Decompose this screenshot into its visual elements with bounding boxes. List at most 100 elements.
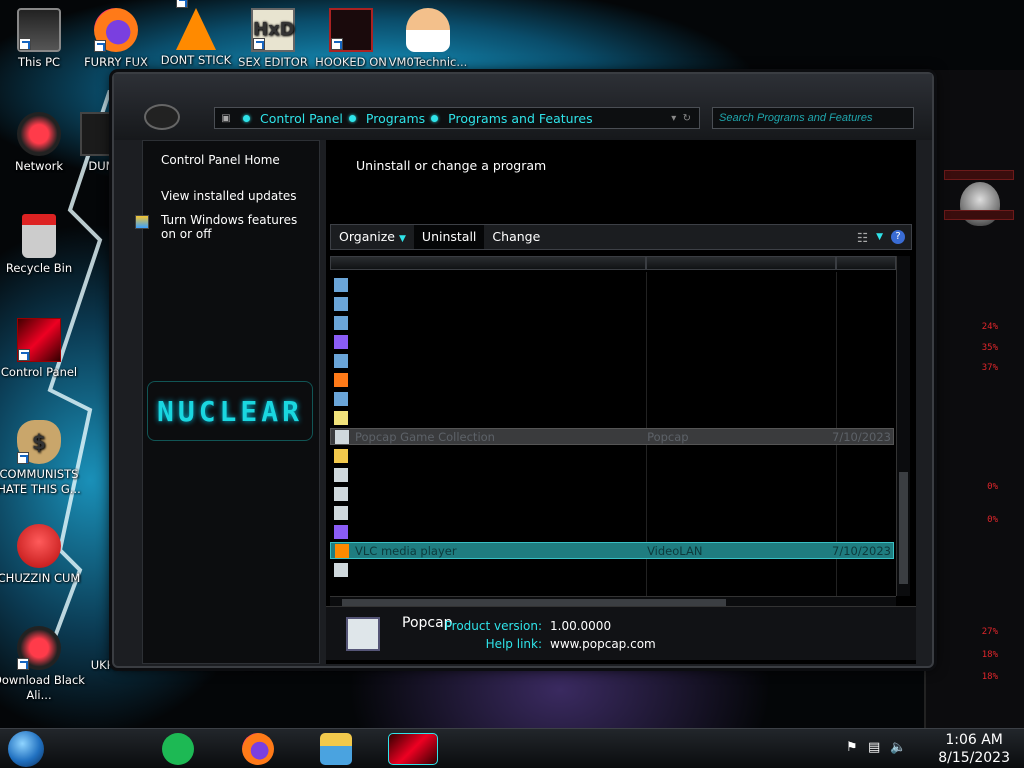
refresh-icon[interactable]: ▾ ↻ bbox=[671, 113, 699, 124]
installer-icon bbox=[334, 315, 348, 330]
firefox-icon bbox=[94, 8, 138, 52]
program-icon bbox=[334, 486, 348, 501]
location-icon: ▣ bbox=[221, 112, 231, 124]
control-panel-icon[interactable] bbox=[388, 733, 438, 765]
command-bar: Organize ▼ Uninstall Change ☷ ▼ ? bbox=[330, 224, 912, 250]
breadcrumb-programs-and-features[interactable]: Programs and Features bbox=[425, 111, 593, 126]
gauge-percent: 18% bbox=[981, 672, 998, 682]
column-header-publisher[interactable] bbox=[646, 256, 836, 270]
version-label: Product version: bbox=[444, 619, 542, 633]
installer-icon bbox=[334, 296, 348, 311]
table-row[interactable] bbox=[330, 485, 894, 502]
chevron-down-icon[interactable]: ▼ bbox=[876, 232, 883, 242]
gauge-bar bbox=[944, 170, 1014, 180]
firefox-icon bbox=[334, 372, 348, 387]
uninstall-button[interactable]: Uninstall bbox=[413, 225, 485, 249]
control-panel-icon bbox=[17, 318, 61, 362]
notepad-icon bbox=[334, 410, 348, 425]
date: 8/15/2023 bbox=[938, 750, 1010, 766]
version-value: 1.00.0000 bbox=[550, 619, 612, 633]
desktop-icon[interactable]: Control Panel bbox=[0, 318, 87, 380]
chuzzle-icon bbox=[17, 524, 61, 568]
sidebar: Control Panel Home View installed update… bbox=[135, 140, 320, 664]
program-icon bbox=[346, 617, 380, 651]
cell-publisher: Popcap bbox=[647, 429, 689, 444]
table-row[interactable] bbox=[330, 352, 894, 369]
program-list-pane: Uninstall or change a program Organize ▼ … bbox=[326, 140, 916, 664]
scroll-thumb[interactable] bbox=[342, 599, 726, 606]
table-row[interactable]: Popcap Game Collection Popcap 7/10/2023 bbox=[330, 428, 894, 445]
address-bar[interactable]: ▣ Control Panel Programs Programs and Fe… bbox=[214, 107, 700, 129]
table-row[interactable] bbox=[330, 466, 894, 483]
table-row[interactable] bbox=[330, 295, 894, 312]
table-row[interactable] bbox=[330, 409, 894, 426]
doctor-icon bbox=[406, 8, 450, 52]
column-header-name[interactable] bbox=[330, 256, 646, 270]
start-button[interactable] bbox=[8, 731, 44, 767]
file-explorer-icon[interactable] bbox=[320, 733, 352, 765]
alien-icon bbox=[329, 8, 373, 52]
system-tray: ⚑ ▤ 🔈 1:06 AM 8/15/2023 bbox=[824, 729, 1024, 768]
flag-icon[interactable]: ⚑ bbox=[846, 740, 858, 755]
desktop-icon[interactable]: CHUZZIN CUM bbox=[0, 524, 87, 586]
program-icon bbox=[334, 467, 348, 482]
help-link-label: Help link: bbox=[485, 637, 542, 651]
table-row[interactable]: VLC media player VideoLAN 7/10/2023 bbox=[330, 542, 894, 559]
windows-features-link[interactable]: Turn Windows features on or off bbox=[135, 213, 315, 241]
cell-name: Popcap Game Collection bbox=[355, 429, 495, 444]
money-bag-icon: $ bbox=[17, 420, 61, 464]
help-icon[interactable]: ? bbox=[891, 230, 905, 244]
vertical-scrollbar[interactable] bbox=[896, 256, 910, 596]
window-logo-icon bbox=[144, 104, 180, 130]
table-row[interactable] bbox=[330, 447, 894, 464]
table-row[interactable] bbox=[330, 333, 894, 350]
cell-date: 7/10/2023 bbox=[832, 543, 891, 558]
clock[interactable]: 1:06 AM 8/15/2023 bbox=[938, 731, 1010, 767]
installer-icon bbox=[334, 391, 348, 406]
gauge-percent: 24% bbox=[981, 322, 998, 332]
table-row[interactable] bbox=[330, 504, 894, 521]
programs-and-features-window: ▣ Control Panel Programs Programs and Fe… bbox=[112, 72, 934, 668]
network-icon[interactable]: ▤ bbox=[868, 740, 880, 755]
organize-button[interactable]: Organize ▼ bbox=[331, 225, 414, 249]
view-installed-updates-link[interactable]: View installed updates bbox=[143, 189, 297, 203]
desktop-icon[interactable]: VM0Technic... bbox=[380, 8, 476, 70]
recycle-bin-icon bbox=[22, 214, 56, 258]
breadcrumb-programs[interactable]: Programs bbox=[343, 111, 425, 126]
time: 1:06 AM bbox=[945, 732, 1003, 748]
gauge-percent: 37% bbox=[981, 363, 998, 373]
table-row[interactable] bbox=[330, 276, 894, 293]
taskbar: ⚑ ▤ 🔈 1:06 AM 8/15/2023 bbox=[0, 728, 1024, 768]
table-row[interactable] bbox=[330, 561, 894, 578]
volume-icon[interactable]: 🔈 bbox=[890, 740, 906, 755]
program-icon bbox=[334, 562, 348, 577]
program-icon bbox=[334, 505, 348, 520]
search-input[interactable] bbox=[712, 107, 914, 129]
table-row[interactable] bbox=[330, 314, 894, 331]
cell-name: VLC media player bbox=[355, 543, 457, 558]
program-icon bbox=[335, 429, 349, 444]
alienware-icon bbox=[17, 626, 61, 670]
computer-icon bbox=[17, 8, 61, 52]
spotify-icon[interactable] bbox=[162, 733, 194, 765]
scroll-thumb[interactable] bbox=[899, 472, 908, 584]
installer-icon bbox=[334, 277, 348, 292]
column-headers bbox=[330, 256, 896, 272]
change-button[interactable]: Change bbox=[484, 225, 548, 249]
details-pane: Popcap Product version: 1.00.0000 Help l… bbox=[326, 606, 916, 660]
table-row[interactable] bbox=[330, 523, 894, 540]
control-panel-home-link[interactable]: Control Panel Home bbox=[143, 153, 280, 167]
desktop-icon[interactable]: Recycle Bin bbox=[0, 214, 87, 276]
gauge-percent: 18% bbox=[981, 650, 998, 660]
visual-studio-icon bbox=[334, 334, 348, 349]
firefox-icon[interactable] bbox=[242, 733, 274, 765]
help-link-value[interactable]: www.popcap.com bbox=[550, 637, 656, 651]
table-row[interactable] bbox=[330, 390, 894, 407]
table-row[interactable] bbox=[330, 371, 894, 388]
system-monitor-widget: 24% 35% 37% 0% 0% 27% 18% 18% bbox=[924, 70, 1024, 728]
view-options-icon[interactable]: ☷ bbox=[857, 230, 868, 245]
breadcrumb-control-panel[interactable]: Control Panel bbox=[237, 111, 343, 126]
column-header-installed-on[interactable] bbox=[836, 256, 896, 270]
desktop-icon[interactable]: $ COMMUNISTS HATE THIS G... bbox=[0, 420, 87, 497]
gauge-percent: 35% bbox=[981, 343, 998, 353]
